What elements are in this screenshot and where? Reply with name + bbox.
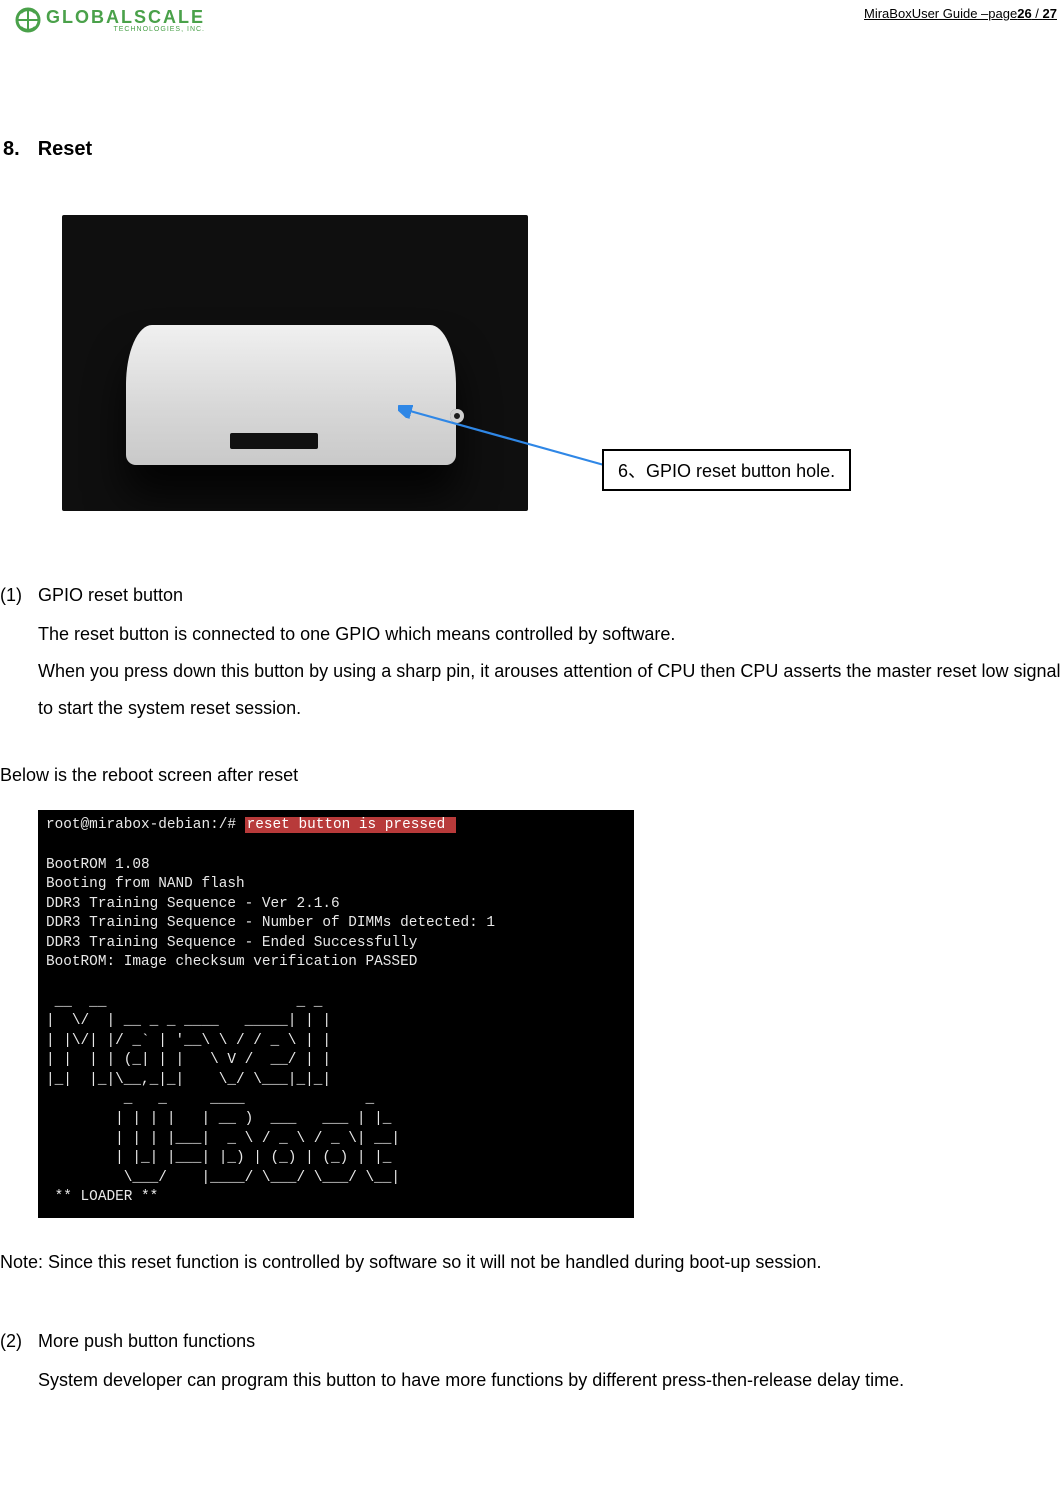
callout-label: 6、GPIO reset button hole.	[602, 449, 851, 491]
item1-marker: (1)	[0, 577, 30, 614]
terminal-prompt: root@mirabox-debian:/#	[46, 817, 245, 833]
item1-title: GPIO reset button	[38, 577, 1061, 614]
item2-p1: System developer can program this button…	[38, 1362, 1061, 1399]
item1-p2: When you press down this button by using…	[38, 653, 1061, 727]
callout-arrow-icon	[398, 405, 608, 485]
item2-marker: (2)	[0, 1323, 30, 1360]
section-title: Reset	[38, 138, 92, 161]
terminal-boot-lines: BootROM 1.08 Booting from NAND flash DDR…	[46, 857, 495, 971]
logo-sub-text: TECHNOLOGIES, INC.	[46, 26, 205, 33]
terminal-ascii-art: __ __ _ _ | \/ | __ _ _ ____ _____| | | …	[46, 994, 400, 1206]
section-number: 8.	[3, 138, 20, 161]
note-paragraph: Note: Since this reset function is contr…	[0, 1244, 1061, 1281]
reset-figure: 6、GPIO reset button hole.	[0, 215, 1061, 515]
below-label: Below is the reboot screen after reset	[0, 757, 1061, 794]
page-indicator: MiraBoxUser Guide –page26 / 27	[864, 6, 1057, 21]
logo-main-text: GLOBALSCALE	[46, 8, 205, 26]
terminal-highlight: reset button is pressed	[245, 817, 456, 833]
page-label-prefix: MiraBoxUser Guide –page	[864, 6, 1017, 21]
terminal-screenshot: root@mirabox-debian:/# reset button is p…	[38, 810, 634, 1218]
item1-p1: The reset button is connected to one GPI…	[38, 616, 1061, 653]
list-item: (2) More push button functions	[0, 1323, 1061, 1360]
page-current: 26	[1017, 6, 1031, 21]
page-total: 27	[1043, 6, 1057, 21]
list-item: (1) GPIO reset button	[0, 577, 1061, 614]
brand-logo: GLOBALSCALE TECHNOLOGIES, INC.	[14, 6, 205, 34]
item2-title: More push button functions	[38, 1323, 1061, 1360]
page-sep: /	[1032, 6, 1043, 21]
section-heading: 8. Reset	[3, 138, 1061, 161]
globe-icon	[14, 6, 42, 34]
